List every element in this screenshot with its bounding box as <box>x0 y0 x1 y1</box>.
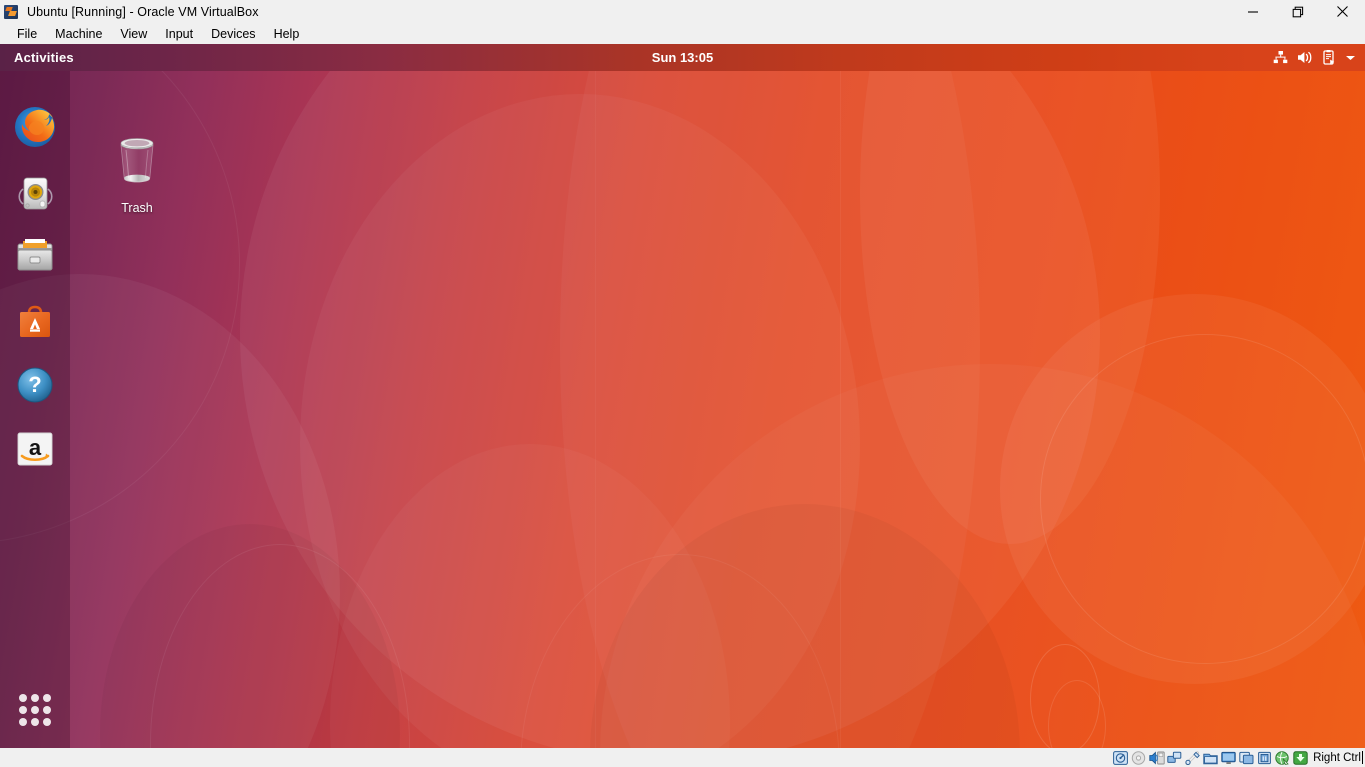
virtualbox-window: Ubuntu [Running] - Oracle VM VirtualBox … <box>0 0 1365 767</box>
gnome-top-bar: Activities Sun 13:05 <box>0 44 1365 71</box>
top-bar-tray <box>1273 44 1356 71</box>
minimize-button[interactable] <box>1230 0 1275 23</box>
menu-help[interactable]: Help <box>265 25 309 43</box>
virtualbox-logo-icon <box>4 4 20 20</box>
window-title: Ubuntu [Running] - Oracle VM VirtualBox <box>27 4 259 19</box>
status-shared-folders[interactable] <box>1202 750 1219 766</box>
gnome-dock: ? a <box>0 71 70 748</box>
desktop-icon-label: Trash <box>121 201 153 215</box>
vm-viewport[interactable]: Activities Sun 13:05 ? a Trash <box>0 44 1365 748</box>
menu-file[interactable]: File <box>8 25 46 43</box>
status-hard-disks[interactable] <box>1112 750 1129 766</box>
menu-input[interactable]: Input <box>156 25 202 43</box>
dock-item-amazon[interactable]: a <box>13 427 57 471</box>
dock-item-files[interactable] <box>13 235 57 279</box>
close-button[interactable] <box>1320 0 1365 23</box>
chevron-down-icon[interactable] <box>1345 54 1356 62</box>
speaker-volume-icon[interactable] <box>1297 50 1313 65</box>
restore-button[interactable] <box>1275 0 1320 23</box>
desktop-icon-trash[interactable]: Trash <box>104 130 170 215</box>
menu-view[interactable]: View <box>111 25 156 43</box>
show-applications-button[interactable] <box>17 692 53 728</box>
window-controls <box>1230 0 1365 23</box>
dock-item-firefox[interactable] <box>13 105 57 149</box>
vm-status-bar: Right Ctrl <box>0 748 1365 767</box>
status-optical-drives[interactable] <box>1130 750 1147 766</box>
firefox-icon <box>15 107 55 147</box>
window-titlebar: Ubuntu [Running] - Oracle VM VirtualBox <box>0 0 1365 23</box>
status-mouse-integration[interactable] <box>1274 750 1291 766</box>
status-recording[interactable] <box>1238 750 1255 766</box>
host-key-caret <box>1362 751 1363 764</box>
rhythmbox-icon <box>18 177 53 210</box>
amazon-icon: a <box>17 432 53 466</box>
ubuntu-software-bag-icon <box>20 305 50 337</box>
host-key-label: Right Ctrl <box>1313 751 1361 764</box>
status-guest-additions[interactable] <box>1292 750 1309 766</box>
dock-item-help[interactable]: ? <box>13 363 57 407</box>
menu-devices[interactable]: Devices <box>202 25 264 43</box>
svg-text:a: a <box>29 435 42 460</box>
network-wired-icon[interactable] <box>1273 50 1288 65</box>
power-clipboard-icon[interactable] <box>1322 50 1336 65</box>
status-usb[interactable] <box>1184 750 1201 766</box>
top-bar-clock[interactable]: Sun 13:05 <box>0 44 1365 71</box>
status-display[interactable] <box>1220 750 1237 766</box>
svg-text:?: ? <box>28 372 41 397</box>
app-grid-icon <box>19 694 27 702</box>
status-audio[interactable] <box>1148 750 1165 766</box>
menu-machine[interactable]: Machine <box>46 25 111 43</box>
status-network[interactable] <box>1166 750 1183 766</box>
window-menubar: File Machine View Input Devices Help <box>0 23 1365 44</box>
files-cabinet-icon <box>17 239 53 271</box>
dock-item-rhythmbox[interactable] <box>13 171 57 215</box>
status-features[interactable] <box>1256 750 1273 766</box>
dock-item-software[interactable] <box>13 299 57 343</box>
trash-bin-icon <box>120 138 154 183</box>
help-question-icon: ? <box>17 367 53 403</box>
desktop-wallpaper <box>0 44 1365 748</box>
